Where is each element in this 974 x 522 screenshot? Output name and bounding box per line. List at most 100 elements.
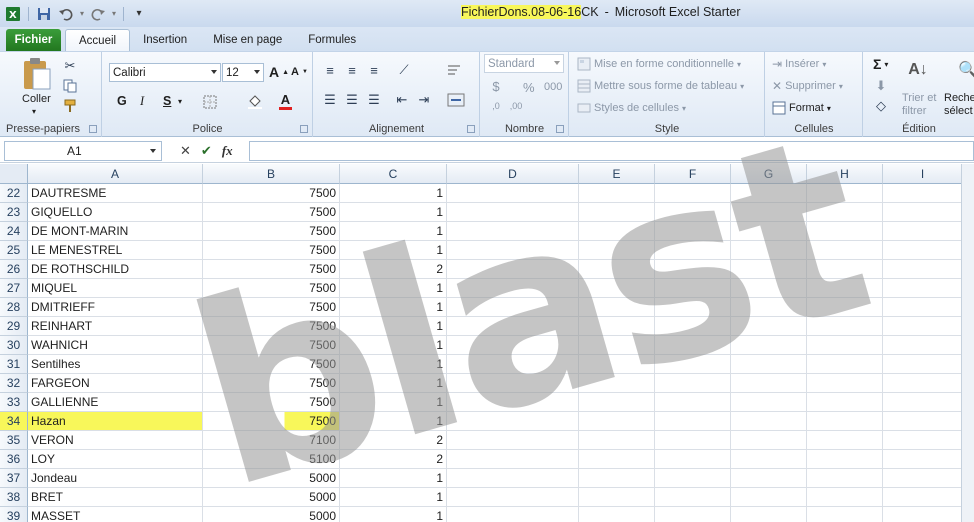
cell-d37[interactable]	[447, 469, 579, 488]
cell-d23[interactable]	[447, 203, 579, 222]
cell-f29[interactable]	[655, 317, 731, 336]
cell-g23[interactable]	[731, 203, 807, 222]
cell-i25[interactable]	[883, 241, 963, 260]
row-header[interactable]: 38	[0, 488, 28, 507]
bold-button[interactable]: G	[117, 94, 127, 108]
align-top-icon[interactable]: ≡	[322, 62, 338, 78]
cell-i28[interactable]	[883, 298, 963, 317]
cell-g25[interactable]	[731, 241, 807, 260]
cell-g24[interactable]	[731, 222, 807, 241]
orientation-icon[interactable]: ⟋	[394, 62, 414, 78]
cell-i36[interactable]	[883, 450, 963, 469]
merge-center-icon[interactable]	[446, 92, 466, 108]
tab-fichier[interactable]: Fichier	[6, 29, 61, 51]
cell-f38[interactable]	[655, 488, 731, 507]
cell-c36[interactable]: 2	[340, 450, 447, 469]
cell-h24[interactable]	[807, 222, 883, 241]
underline-button[interactable]: S	[163, 94, 171, 108]
column-header-e[interactable]: E	[579, 164, 655, 184]
undo-icon[interactable]	[56, 4, 76, 24]
cell-h29[interactable]	[807, 317, 883, 336]
cell-b36[interactable]: 5100	[203, 450, 340, 469]
cell-c24[interactable]: 1	[340, 222, 447, 241]
cancel-icon[interactable]: ✕	[180, 143, 191, 159]
currency-icon[interactable]: $	[487, 78, 505, 94]
cell-c26[interactable]: 2	[340, 260, 447, 279]
cell-i38[interactable]	[883, 488, 963, 507]
cell-g32[interactable]	[731, 374, 807, 393]
cell-i35[interactable]	[883, 431, 963, 450]
cell-a28[interactable]: DMITRIEFF	[28, 298, 203, 317]
cell-d36[interactable]	[447, 450, 579, 469]
clear-icon[interactable]: ◇	[872, 98, 890, 114]
cell-c32[interactable]: 1	[340, 374, 447, 393]
cell-h35[interactable]	[807, 431, 883, 450]
cell-g34[interactable]	[731, 412, 807, 431]
cell-g38[interactable]	[731, 488, 807, 507]
cell-g37[interactable]	[731, 469, 807, 488]
cell-f25[interactable]	[655, 241, 731, 260]
cell-i22[interactable]	[883, 184, 963, 203]
cell-a32[interactable]: FARGEON	[28, 374, 203, 393]
cell-e24[interactable]	[579, 222, 655, 241]
name-box[interactable]: A1	[4, 141, 162, 161]
cell-b34[interactable]: 7500	[203, 412, 340, 431]
cell-d30[interactable]	[447, 336, 579, 355]
increase-decimal-icon[interactable]: ,0	[487, 98, 505, 114]
cell-b26[interactable]: 7500	[203, 260, 340, 279]
tab-formules[interactable]: Formules	[295, 29, 369, 51]
cell-f33[interactable]	[655, 393, 731, 412]
cell-d39[interactable]	[447, 507, 579, 522]
cell-e32[interactable]	[579, 374, 655, 393]
cell-e37[interactable]	[579, 469, 655, 488]
cell-h32[interactable]	[807, 374, 883, 393]
cell-f27[interactable]	[655, 279, 731, 298]
cell-c27[interactable]: 1	[340, 279, 447, 298]
column-header-i[interactable]: I	[883, 164, 963, 184]
sort-filter-button[interactable]: Trier et filtrer	[902, 92, 936, 118]
cell-f30[interactable]	[655, 336, 731, 355]
align-left-icon[interactable]: ☰	[322, 92, 338, 108]
column-header-d[interactable]: D	[447, 164, 579, 184]
row-header[interactable]: 39	[0, 507, 28, 522]
percent-button[interactable]: %	[523, 80, 535, 95]
cell-e36[interactable]	[579, 450, 655, 469]
sort-filter-icon[interactable]: A↓	[904, 56, 932, 84]
cell-a31[interactable]: Sentilhes	[28, 355, 203, 374]
cell-g29[interactable]	[731, 317, 807, 336]
save-icon[interactable]	[34, 4, 54, 24]
column-header-f[interactable]: F	[655, 164, 731, 184]
clipboard-launcher-icon[interactable]	[89, 125, 97, 133]
cell-i23[interactable]	[883, 203, 963, 222]
cell-f22[interactable]	[655, 184, 731, 203]
alignment-launcher-icon[interactable]	[467, 125, 475, 133]
conditional-formatting-button[interactable]: Mise en forme conditionnelle ▾	[577, 57, 741, 71]
cell-i29[interactable]	[883, 317, 963, 336]
row-header[interactable]: 29	[0, 317, 28, 336]
cell-b30[interactable]: 7500	[203, 336, 340, 355]
cell-h23[interactable]	[807, 203, 883, 222]
paste-dropdown-icon[interactable]: ▾	[32, 107, 36, 116]
cell-h31[interactable]	[807, 355, 883, 374]
cell-c39[interactable]: 1	[340, 507, 447, 522]
tab-accueil[interactable]: Accueil	[65, 29, 131, 51]
cell-a37[interactable]: Jondeau	[28, 469, 203, 488]
cell-c38[interactable]: 1	[340, 488, 447, 507]
cell-h27[interactable]	[807, 279, 883, 298]
column-header-h[interactable]: H	[807, 164, 883, 184]
row-header[interactable]: 32	[0, 374, 28, 393]
cell-a27[interactable]: MIQUEL	[28, 279, 203, 298]
tab-insertion[interactable]: Insertion	[130, 29, 200, 51]
excel-logo-icon[interactable]: X	[3, 4, 23, 24]
cell-i24[interactable]	[883, 222, 963, 241]
cell-c31[interactable]: 1	[340, 355, 447, 374]
confirm-icon[interactable]: ✔	[201, 143, 212, 159]
cell-a35[interactable]: VERON	[28, 431, 203, 450]
cell-d25[interactable]	[447, 241, 579, 260]
cell-a36[interactable]: LOY	[28, 450, 203, 469]
cell-b35[interactable]: 7100	[203, 431, 340, 450]
cell-f32[interactable]	[655, 374, 731, 393]
align-bottom-icon[interactable]: ≡	[366, 62, 382, 78]
row-header[interactable]: 25	[0, 241, 28, 260]
formula-input[interactable]	[249, 141, 974, 161]
